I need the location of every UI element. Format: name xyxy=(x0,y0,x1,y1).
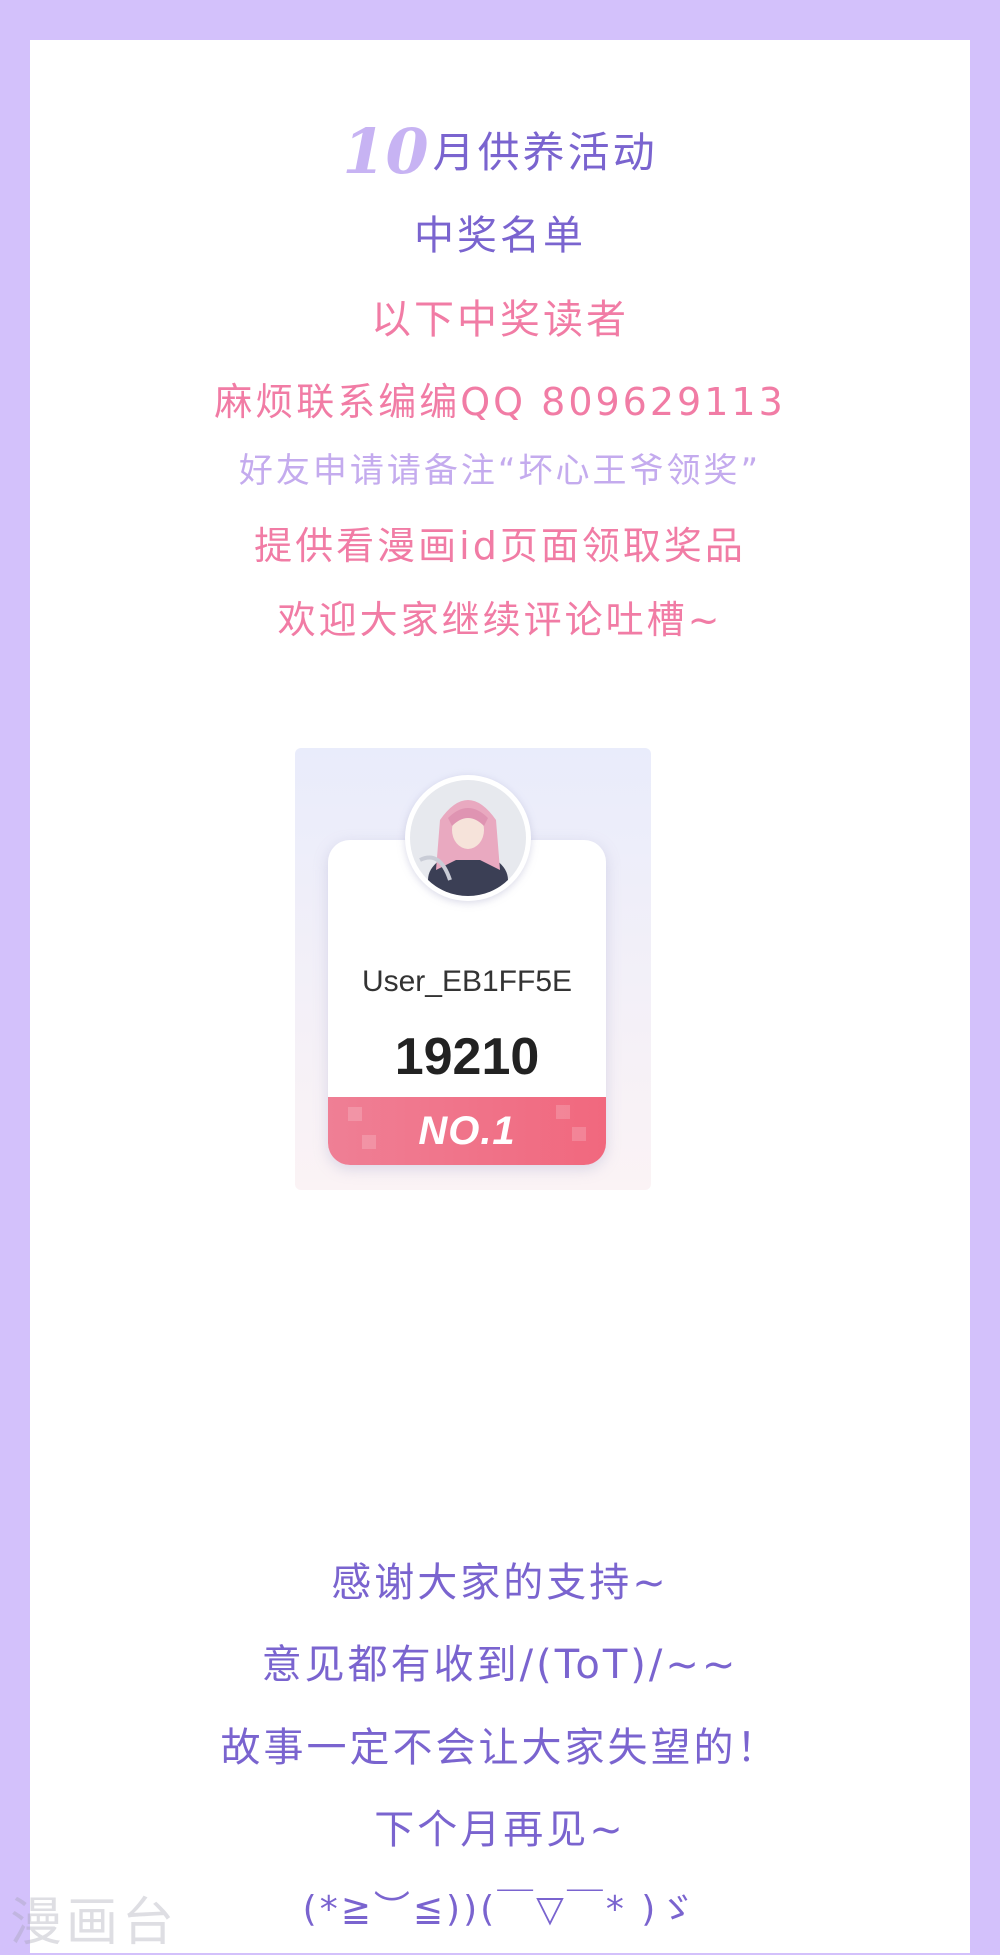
intro-text: 以下中奖读者 xyxy=(371,297,629,343)
footer-line-1: 感谢大家的支持~ xyxy=(331,1560,669,1606)
winner-username: User_EB1FF5E xyxy=(361,965,573,998)
contact-text: 麻烦联系编编QQ 809629113 xyxy=(214,380,786,424)
friend-note: 好友申请请备注“坏心王爷领奖” xyxy=(238,451,762,491)
avatar-image xyxy=(410,780,526,896)
rank-label: NO.1 xyxy=(418,1108,516,1153)
welcome-text: 欢迎大家继续评论吐槽~ xyxy=(277,598,723,642)
rank-banner: NO.1 xyxy=(328,1097,606,1165)
footer-line-2: 意见都有收到/(ToT)/~~ xyxy=(261,1642,739,1688)
footer-line-4: 下个月再见~ xyxy=(374,1807,626,1853)
title-text: 月供养活动 xyxy=(432,128,658,177)
avatar xyxy=(405,775,531,901)
page-title: 10月供养活动 xyxy=(0,115,1000,188)
winner-score: 19210 xyxy=(394,1028,540,1086)
provide-note: 提供看漫画id页面领取奖品 xyxy=(254,524,746,568)
footer-line-3: 故事一定不会让大家失望的！ xyxy=(220,1725,780,1771)
watermark-logo: 漫画台 xyxy=(10,1893,179,1953)
title-month: 10 xyxy=(342,115,429,188)
subtitle: 中奖名单 xyxy=(414,213,586,259)
